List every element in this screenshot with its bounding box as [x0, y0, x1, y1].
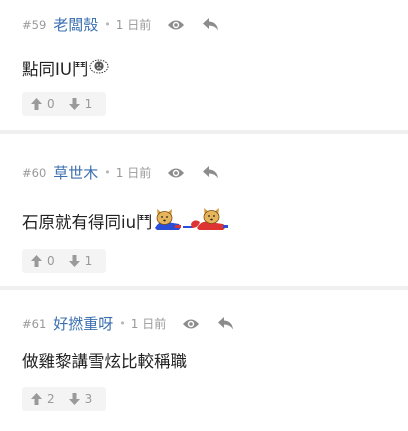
- eye-icon[interactable]: [182, 318, 200, 330]
- vote-bar: 2 3: [22, 387, 106, 411]
- comment-text: 點同IU鬥: [22, 60, 89, 79]
- timestamp: 1 日前: [115, 166, 152, 180]
- username-link[interactable]: 好撚重呀: [53, 313, 113, 334]
- comment-meta: #61 好撚重呀 • 1 日前: [22, 313, 234, 334]
- dog-bowing-emoji: [153, 206, 183, 236]
- upvote-button[interactable]: 0: [22, 92, 55, 116]
- upvote-count: 0: [47, 97, 55, 111]
- arrow-down-icon: [68, 255, 80, 267]
- downvote-count: 3: [84, 392, 93, 406]
- floor-number: #59: [22, 17, 47, 32]
- upvote-button[interactable]: 0: [22, 249, 55, 273]
- separator-dot: •: [119, 317, 126, 330]
- timestamp: 1 日前: [115, 18, 152, 32]
- downvote-button[interactable]: 1: [55, 92, 93, 116]
- arrow-up-icon: [31, 98, 42, 110]
- comment-60: #60 草世木 • 1 日前 石原就有得同iu鬥 0 1: [0, 134, 408, 286]
- floor-number: #61: [22, 316, 47, 331]
- separator-dot: •: [104, 166, 111, 179]
- downvote-count: 1: [84, 97, 93, 111]
- comment-text: 石原就有得同iu鬥: [22, 213, 153, 232]
- upvote-count: 0: [47, 254, 55, 268]
- comment-61: #61 好撚重呀 • 1 日前 做雞黎講雪炫比較稱職 2 3: [0, 290, 408, 431]
- username-link[interactable]: 草世木: [53, 162, 98, 183]
- comment-body: 點同IU鬥: [22, 56, 110, 80]
- username-link[interactable]: 老闆殼: [53, 14, 98, 35]
- reply-icon[interactable]: [203, 166, 219, 179]
- comment-meta: #59 老闆殼 • 1 日前: [22, 14, 219, 35]
- comment-body: 做雞黎講雪炫比較稱職: [22, 348, 187, 372]
- arrow-up-icon: [31, 393, 42, 405]
- arrow-down-icon: [68, 98, 80, 110]
- eye-icon[interactable]: [167, 167, 185, 179]
- sad-face-emoji: [88, 58, 110, 78]
- downvote-count: 1: [84, 254, 93, 268]
- arrow-down-icon: [68, 393, 80, 405]
- arrow-up-icon: [31, 255, 42, 267]
- comment-meta: #60 草世木 • 1 日前: [22, 162, 219, 183]
- downvote-button[interactable]: 1: [55, 249, 93, 273]
- comment-text: 做雞黎講雪炫比較稱職: [22, 352, 187, 371]
- reply-icon[interactable]: [218, 317, 234, 330]
- vote-bar: 0 1: [22, 92, 106, 116]
- dog-bowing-emoji: [182, 206, 229, 236]
- comment-59: #59 老闆殼 • 1 日前 點同IU鬥 0 1: [0, 0, 408, 130]
- reply-icon[interactable]: [203, 18, 219, 31]
- eye-icon[interactable]: [167, 19, 185, 31]
- comment-body: 石原就有得同iu鬥: [22, 206, 229, 236]
- vote-bar: 0 1: [22, 249, 106, 273]
- timestamp: 1 日前: [130, 317, 167, 331]
- separator-dot: •: [104, 18, 111, 31]
- upvote-count: 2: [47, 392, 55, 406]
- floor-number: #60: [22, 165, 47, 180]
- downvote-button[interactable]: 3: [55, 387, 93, 411]
- upvote-button[interactable]: 2: [22, 387, 55, 411]
